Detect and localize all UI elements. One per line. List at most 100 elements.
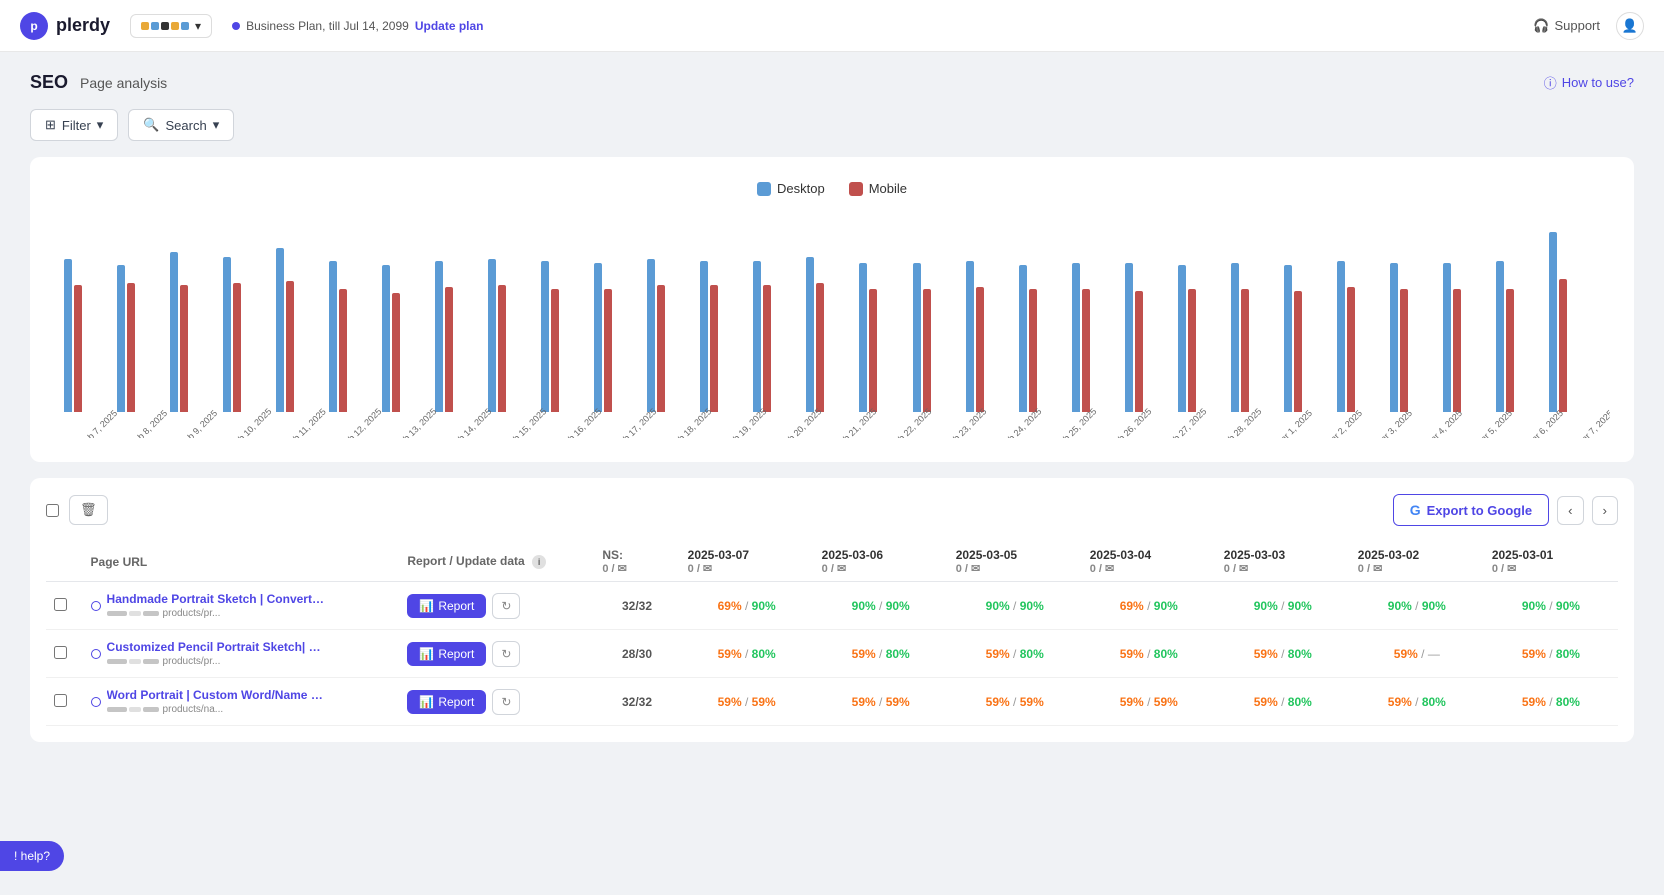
desktop-bar	[276, 248, 284, 412]
score-b: 80%	[1020, 647, 1044, 661]
score-cell-4: 90% / 90%	[1216, 582, 1350, 630]
page-url-link[interactable]: Handmade Portrait Sketch | Convert P...	[107, 592, 327, 606]
mobile-checkbox[interactable]	[849, 182, 863, 196]
mobile-bar	[1241, 289, 1249, 412]
delete-button[interactable]: 🗑	[69, 495, 108, 525]
chart-legend: Desktop Mobile	[54, 181, 1610, 196]
page-url-sub: products/pr...	[107, 608, 327, 619]
chevron-down-icon-2: ▾	[213, 117, 220, 133]
mobile-bar	[657, 285, 665, 412]
search-button[interactable]: 🔍 Search ▾	[128, 109, 234, 141]
desktop-bar	[1178, 265, 1186, 412]
score-b: 80%	[1154, 647, 1178, 661]
mobile-bar	[392, 293, 400, 412]
score-a: 69%	[718, 599, 742, 613]
score-a: 90%	[1388, 599, 1412, 613]
logo-text: plerdy	[56, 15, 110, 36]
mobile-bar	[498, 285, 506, 412]
th-page-url: Page URL	[83, 542, 400, 582]
page-url-link[interactable]: Word Portrait | Custom Word/Name P...	[107, 688, 327, 702]
legend-desktop[interactable]: Desktop	[757, 181, 825, 196]
legend-mobile[interactable]: Mobile	[849, 181, 907, 196]
score-a: 90%	[1522, 599, 1546, 613]
report-button[interactable]: 📊 Report	[407, 594, 486, 618]
logo[interactable]: p plerdy	[20, 12, 110, 40]
row-checkbox[interactable]	[54, 646, 67, 659]
th-date-1: 2025-03-06 0 / ✉	[814, 542, 948, 582]
desktop-checkbox[interactable]	[757, 182, 771, 196]
desktop-bar	[913, 263, 921, 412]
logo-icon: p	[20, 12, 48, 40]
mobile-bar	[923, 289, 931, 412]
desktop-bar	[1019, 265, 1027, 412]
next-arrow-button[interactable]: ›	[1592, 496, 1618, 525]
url-dot	[91, 601, 101, 611]
refresh-button[interactable]: ↻	[492, 641, 520, 667]
user-avatar-icon: 👤	[1622, 18, 1638, 34]
row-checkbox[interactable]	[54, 694, 67, 707]
export-to-google-button[interactable]: G Export to Google	[1393, 494, 1549, 526]
report-cell: 📊 Report ↻	[399, 582, 594, 630]
th-report-update: Report / Update data i	[399, 542, 594, 582]
desktop-bar	[1496, 261, 1504, 412]
search-label: Search	[166, 118, 207, 133]
mobile-bar	[1029, 289, 1037, 412]
url-cell: Customized Pencil Portrait Sketch| C... …	[83, 630, 400, 678]
help-button[interactable]: ! help?	[0, 841, 64, 871]
th-date-3: 2025-03-04 0 / ✉	[1082, 542, 1216, 582]
ns-cell: 32/32	[594, 582, 679, 630]
score-cell-0: 59% / 80%	[680, 630, 814, 678]
info-icon[interactable]: i	[532, 555, 546, 569]
page: SEO Page analysis ⓘ How to use? ⊞ Filter…	[0, 52, 1664, 762]
score-a: 59%	[1120, 647, 1144, 661]
support-label: Support	[1554, 18, 1600, 33]
refresh-button[interactable]: ↻	[492, 593, 520, 619]
bar-group	[1284, 265, 1335, 412]
score-cell-4: 59% / 80%	[1216, 678, 1350, 726]
user-icon[interactable]: 👤	[1616, 12, 1644, 40]
prev-arrow-button[interactable]: ‹	[1557, 496, 1583, 525]
desktop-bar	[1390, 263, 1398, 412]
score-a: 59%	[1522, 647, 1546, 661]
report-actions: 📊 Report ↻	[407, 689, 586, 715]
report-button[interactable]: 📊 Report	[407, 690, 486, 714]
update-plan-link[interactable]: Update plan	[415, 19, 484, 33]
desktop-bar	[223, 257, 231, 412]
score-b: 59%	[752, 695, 776, 709]
filter-button[interactable]: ⊞ Filter ▾	[30, 109, 118, 141]
select-all-checkbox[interactable]	[46, 504, 59, 517]
desktop-bar	[700, 261, 708, 412]
score-b: 80%	[1556, 695, 1580, 709]
score-a: 59%	[852, 647, 876, 661]
mobile-bar	[1082, 289, 1090, 412]
score-a: 90%	[1254, 599, 1278, 613]
table-card: 🗑 G Export to Google ‹ › Page URL	[30, 478, 1634, 742]
how-to-use-link[interactable]: ⓘ How to use?	[1544, 73, 1634, 92]
report-button[interactable]: 📊 Report	[407, 642, 486, 666]
desktop-bar	[1125, 263, 1133, 412]
question-circle-icon: ⓘ	[1544, 73, 1557, 92]
bar-group	[966, 261, 1017, 412]
page-url-link[interactable]: Customized Pencil Portrait Sketch| C...	[107, 640, 327, 654]
refresh-button[interactable]: ↻	[492, 689, 520, 715]
mobile-bar	[445, 287, 453, 412]
score-a: 59%	[1254, 695, 1278, 709]
report-cell: 📊 Report ↻	[399, 678, 594, 726]
plan-selector[interactable]: ▾	[130, 14, 212, 38]
desktop-bar	[1072, 263, 1080, 412]
header-right: 🎧 Support 👤	[1533, 12, 1644, 40]
score-cell-6: 90% / 90%	[1484, 582, 1618, 630]
plan-selector-arrow: ▾	[195, 19, 201, 33]
plan-status-dot	[232, 22, 240, 30]
score-b: 90%	[752, 599, 776, 613]
url-bars	[107, 611, 159, 616]
score-a: 59%	[986, 695, 1010, 709]
mobile-bar	[551, 289, 559, 412]
mobile-bar	[869, 289, 877, 412]
row-checkbox[interactable]	[54, 598, 67, 611]
support-button[interactable]: 🎧 Support	[1533, 18, 1600, 34]
score-a: 69%	[1120, 599, 1144, 613]
report-actions: 📊 Report ↻	[407, 641, 586, 667]
score-b: 80%	[886, 647, 910, 661]
desktop-bar	[806, 257, 814, 412]
